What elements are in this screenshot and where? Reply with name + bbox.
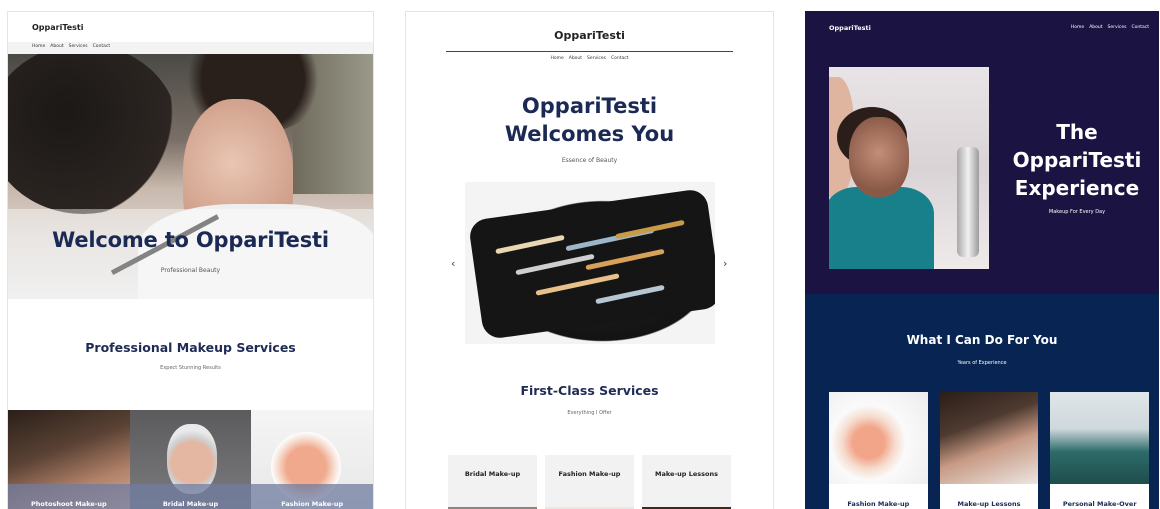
hero-title: The OppariTesti Experience [995, 118, 1159, 202]
service-card[interactable]: Personal Make-Over [1050, 392, 1150, 509]
mirror [957, 147, 979, 257]
service-card[interactable]: Bridal Make-up [448, 455, 537, 509]
service-card[interactable]: Make-up Lessons [642, 455, 731, 509]
nav-home[interactable]: Home [1071, 25, 1084, 30]
hero-title-line: OppariTesti [1012, 148, 1142, 172]
service-card[interactable]: Fashion Make-up [251, 410, 373, 509]
nav-home[interactable]: Home [32, 44, 45, 54]
service-cards: Fashion Make-up Make-up Lessons Personal… [829, 392, 1150, 509]
nav-contact[interactable]: Contact [1131, 25, 1149, 30]
nav-about[interactable]: About [50, 44, 63, 54]
hero-artist-head [8, 54, 178, 214]
service-card-label: Bridal Make-up [129, 484, 252, 509]
template-preview-3[interactable]: OppariTesti Home About Services Contact … [805, 11, 1159, 509]
nav-services[interactable]: Services [587, 56, 606, 61]
nav-contact[interactable]: Contact [611, 56, 629, 61]
site-logo[interactable]: OppariTesti [406, 29, 773, 42]
hero-title: OppariTesti Welcomes You [406, 92, 773, 148]
template-preview-2[interactable]: OppariTesti Home About Services Contact … [405, 11, 774, 509]
hero-title-line: Welcomes You [504, 122, 675, 146]
card-image [939, 392, 1039, 484]
service-card-label: Photoshoot Make-up [8, 484, 130, 509]
hero-title-line: Experience [1014, 176, 1140, 200]
header-divider [446, 51, 733, 52]
hero-title-line: The [1056, 120, 1098, 144]
card-image [1050, 392, 1150, 484]
service-card-label: Make-up Lessons [957, 500, 1021, 508]
service-card[interactable]: Fashion Make-up [829, 392, 928, 509]
carousel-next-icon[interactable]: › [723, 257, 727, 270]
nav-bar: Home About Services Contact [1071, 25, 1149, 30]
nav-services[interactable]: Services [1108, 25, 1127, 30]
section-subtitle: Years of Experience [957, 360, 1007, 366]
model-face [849, 117, 909, 197]
nav-about[interactable]: About [569, 56, 582, 61]
service-card-label: Fashion Make-up [558, 470, 621, 478]
service-card-label: Fashion Make-up [251, 484, 373, 509]
nav-home[interactable]: Home [550, 56, 563, 61]
site-logo[interactable]: OppariTesti [829, 24, 871, 32]
carousel-prev-icon[interactable]: ‹ [451, 257, 455, 270]
services-section: What I Can Do For You Years of Experienc… [805, 294, 1159, 509]
service-cards: Photoshoot Make-up Bridal Make-up Fashio… [8, 410, 373, 509]
nav-contact[interactable]: Contact [93, 44, 111, 54]
service-card[interactable]: Bridal Make-up [129, 410, 252, 509]
section-title: What I Can Do For You [906, 333, 1058, 347]
service-card-label: Bridal Make-up [464, 470, 521, 478]
hero-title: Welcome to OppariTesti [52, 228, 329, 252]
template-preview-1[interactable]: OppariTesti Home About Services Contact … [7, 11, 374, 509]
section-subtitle: Expect Stunning Results [160, 365, 221, 371]
card-image [829, 392, 928, 484]
section-subtitle: Everything I Offer [567, 410, 612, 416]
hero-overlay [8, 209, 373, 299]
hero-subtitle: Makeup For Every Day [1048, 209, 1106, 215]
service-card[interactable]: Fashion Make-up [545, 455, 634, 509]
nav-bar: Home About Services Contact [8, 42, 373, 54]
service-card-label: Personal Make-Over [1062, 500, 1137, 508]
nav-about[interactable]: About [1089, 25, 1102, 30]
section-title: Professional Makeup Services [85, 340, 296, 355]
hero-image [829, 67, 989, 269]
section-title: First-Class Services [520, 383, 659, 398]
site-logo[interactable]: OppariTesti [8, 12, 373, 42]
model-body [829, 187, 934, 269]
hero-subtitle: Essence of Beauty [561, 157, 618, 164]
hero-image: Welcome to OppariTesti Professional Beau… [8, 54, 373, 299]
service-card-label: Make-up Lessons [655, 470, 718, 478]
nav-services[interactable]: Services [69, 44, 88, 54]
service-card[interactable]: Photoshoot Make-up [8, 410, 130, 509]
service-cards: Bridal Make-up Fashion Make-up Make-up L… [448, 455, 731, 509]
hero-subtitle: Professional Beauty [160, 267, 221, 274]
carousel-image [465, 182, 715, 344]
service-card[interactable]: Make-up Lessons [939, 392, 1039, 509]
service-card-label: Fashion Make-up [847, 500, 910, 508]
nav-bar: Home About Services Contact [406, 56, 773, 61]
hero-title-line: OppariTesti [521, 94, 658, 118]
